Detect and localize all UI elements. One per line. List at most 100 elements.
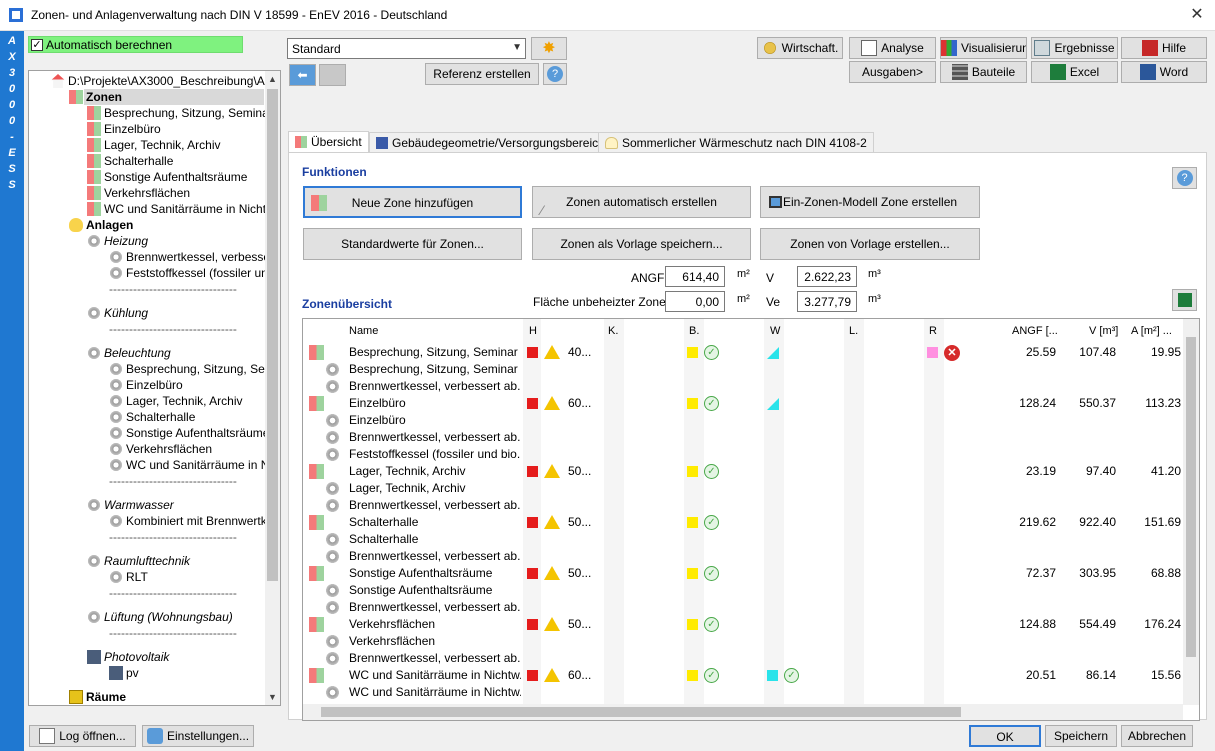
auto-calc-checkbox[interactable]: ✓ Automatisch berechnen — [28, 36, 243, 53]
single-zone-model-button[interactable]: Ein-Zonen-Modell Zone erstellen — [760, 186, 980, 218]
tree-item[interactable]: WC und Sanitärräume in Nich — [109, 457, 280, 473]
tree-kuehlung[interactable]: Kühlung — [87, 305, 148, 321]
col-name[interactable]: Name — [349, 325, 378, 337]
col-v[interactable]: V [m³] — [1089, 325, 1118, 337]
panel-help-button[interactable]: ? — [1172, 167, 1197, 189]
export-excel-button[interactable] — [1172, 289, 1197, 311]
table-subrow[interactable]: Brennwertkessel, verbessert ab... — [303, 497, 1183, 514]
table-row[interactable]: Einzelbüro 60... ✓ 128.24 550.37 113.23 — [303, 395, 1183, 412]
add-zone-button[interactable]: Neue Zone hinzufügen — [303, 186, 522, 218]
col-l[interactable]: L. — [849, 325, 858, 337]
hilfe-button[interactable]: Hilfe — [1121, 37, 1207, 59]
help-button[interactable]: ? — [543, 63, 567, 85]
table-subrow[interactable]: Einzelbüro — [303, 412, 1183, 429]
table-subrow[interactable]: Feststoffkessel (fossiler und bio... — [303, 446, 1183, 463]
wirtschaft-button[interactable]: Wirtschaft. — [757, 37, 843, 59]
back-button[interactable]: ⬅ — [289, 64, 316, 86]
table-row[interactable]: WC und Sanitärräume in Nichtw... 60... ✓ ✓ 2… — [303, 667, 1183, 684]
table-subrow[interactable]: Schalterhalle — [303, 531, 1183, 548]
close-icon[interactable]: ✕ — [1179, 0, 1215, 31]
chevron-down-icon[interactable]: ▼ — [512, 42, 522, 53]
table-subrow[interactable]: Besprechung, Sitzung, Seminar — [303, 361, 1183, 378]
tree-item[interactable]: Lager, Technik, Archiv — [109, 393, 243, 409]
tree-heizung[interactable]: Heizung — [87, 233, 148, 249]
referenz-button[interactable]: Referenz erstellen — [425, 63, 539, 85]
col-r[interactable]: R — [929, 325, 937, 337]
col-h[interactable]: H — [529, 325, 537, 337]
scroll-thumb[interactable] — [1186, 337, 1196, 657]
col-a[interactable]: A [m²] ... — [1131, 325, 1172, 337]
tree-zone-item[interactable]: Besprechung, Sitzung, Seminar — [86, 105, 273, 121]
tab-sommerlicher-waermeschutz[interactable]: Sommerlicher Wärmeschutz nach DIN 4108-2 — [598, 132, 874, 153]
table-row[interactable]: Besprechung, Sitzung, Seminar 40... ✓ ✕ 25.5… — [303, 344, 1183, 361]
from-template-button[interactable]: Zonen von Vorlage erstellen... — [760, 228, 980, 260]
tree-item[interactable]: Feststoffkessel (fossiler und — [109, 265, 275, 281]
save-button[interactable]: Speichern — [1045, 725, 1117, 747]
settings-button[interactable]: Einstellungen... — [142, 725, 254, 747]
tree-item[interactable]: Einzelbüro — [109, 377, 183, 393]
tree-item[interactable]: RLT — [109, 569, 148, 585]
checkbox-check-icon[interactable]: ✓ — [31, 39, 43, 51]
tree-item[interactable]: Besprechung, Sitzung, Semi — [109, 361, 277, 377]
tree-zonen[interactable]: Zonen — [68, 89, 264, 105]
defaults-button[interactable]: Standardwerte für Zonen... — [303, 228, 522, 260]
tree-zone-item[interactable]: Sonstige Aufenthaltsräume — [86, 169, 247, 185]
tree-item[interactable]: Kombiniert mit Brennwertkes — [109, 513, 279, 529]
tree-anlagen[interactable]: Anlagen — [69, 217, 133, 233]
table-row[interactable]: Sonstige Aufenthaltsräume 50... ✓ 72.37 303.… — [303, 565, 1183, 582]
table-subrow[interactable]: WC und Sanitärräume in Nichtw... — [303, 684, 1183, 701]
tree-beleuchtung[interactable]: Beleuchtung — [87, 345, 171, 361]
col-angf[interactable]: ANGF [... — [1012, 325, 1058, 337]
table-row[interactable]: Verkehrsflächen 50... ✓ 124.88 554.49 176.24 — [303, 616, 1183, 633]
table-subrow[interactable]: Brennwertkessel, verbessert ab... — [303, 378, 1183, 395]
scroll-thumb[interactable] — [321, 707, 961, 717]
table-row[interactable]: Schalterhalle 50... ✓ 219.62 922.40 151.69 — [303, 514, 1183, 531]
table-vscrollbar[interactable] — [1183, 319, 1199, 705]
tree-zone-item[interactable]: Verkehrsflächen — [86, 185, 190, 201]
table-subrow[interactable]: Verkehrsflächen — [303, 633, 1183, 650]
tree-zone-item[interactable]: Lager, Technik, Archiv — [86, 137, 221, 153]
new-variant-button[interactable]: ✸ — [531, 37, 567, 60]
forward-button[interactable] — [319, 64, 346, 86]
tree-zone-item[interactable]: Einzelbüro — [86, 121, 161, 137]
project-tree[interactable]: D:\Projekte\AX3000_Beschreibung\Anla Zone… — [28, 70, 281, 706]
tree-item[interactable]: Brennwertkessel, verbesser — [109, 249, 274, 265]
cancel-button[interactable]: Abbrechen — [1121, 725, 1193, 747]
save-template-button[interactable]: Zonen als Vorlage speichern... — [532, 228, 751, 260]
table-subrow[interactable]: Brennwertkessel, verbessert ab... — [303, 599, 1183, 616]
table-subrow[interactable]: Brennwertkessel, verbessert ab... — [303, 650, 1183, 667]
visualisierung-button[interactable]: Visualisierung — [940, 37, 1027, 59]
tree-item[interactable]: Sonstige Aufenthaltsräume — [109, 425, 269, 441]
ergebnisse-button[interactable]: Ergebnisse — [1031, 37, 1118, 59]
bauteile-button[interactable]: Bauteile — [940, 61, 1027, 83]
word-button[interactable]: Word — [1121, 61, 1207, 83]
table-subrow[interactable]: Lager, Technik, Archiv — [303, 480, 1183, 497]
table-subrow[interactable]: Sonstige Aufenthaltsräume — [303, 582, 1183, 599]
tab-gebaeudegeometrie[interactable]: Gebäudegeometrie/Versorgungsbereiche — [369, 132, 619, 153]
table-row[interactable]: Lager, Technik, Archiv 50... ✓ 23.19 97.40 41… — [303, 463, 1183, 480]
scroll-thumb[interactable] — [267, 89, 278, 581]
tab-uebersicht[interactable]: Übersicht — [288, 131, 369, 153]
excel-button[interactable]: Excel — [1031, 61, 1118, 83]
tree-raeume[interactable]: Räume — [69, 689, 126, 705]
tree-photovoltaik[interactable]: Photovoltaik — [87, 649, 169, 665]
tree-item[interactable]: Schalterhalle — [109, 409, 195, 425]
table-hscrollbar[interactable] — [303, 704, 1183, 720]
ausgaben-button[interactable]: Ausgaben> — [849, 61, 936, 83]
tree-root[interactable]: D:\Projekte\AX3000_Beschreibung\Anla — [51, 73, 280, 89]
tree-item[interactable]: OG.1 WINDFANG — [87, 705, 201, 706]
ok-button[interactable]: OK — [969, 725, 1041, 747]
scroll-up-icon[interactable]: ▲ — [265, 71, 280, 87]
open-log-button[interactable]: Log öffnen... — [29, 725, 136, 747]
tree-zone-item[interactable]: Schalterhalle — [86, 153, 173, 169]
variant-select[interactable]: Standard ▼ — [287, 38, 526, 59]
tree-rlt[interactable]: Raumlufttechnik — [87, 553, 190, 569]
col-w[interactable]: W — [770, 325, 780, 337]
col-k[interactable]: K. — [608, 325, 618, 337]
tree-lueftung[interactable]: Lüftung (Wohnungsbau) — [87, 609, 233, 625]
analyse-button[interactable]: Analyse — [849, 37, 936, 59]
col-b[interactable]: B. — [689, 325, 699, 337]
scroll-down-icon[interactable]: ▼ — [265, 689, 280, 705]
tree-item[interactable]: Verkehrsflächen — [109, 441, 212, 457]
zone-overview-table[interactable]: Name H K. B. W L. R ANGF [... V [m³] A [… — [302, 318, 1200, 721]
